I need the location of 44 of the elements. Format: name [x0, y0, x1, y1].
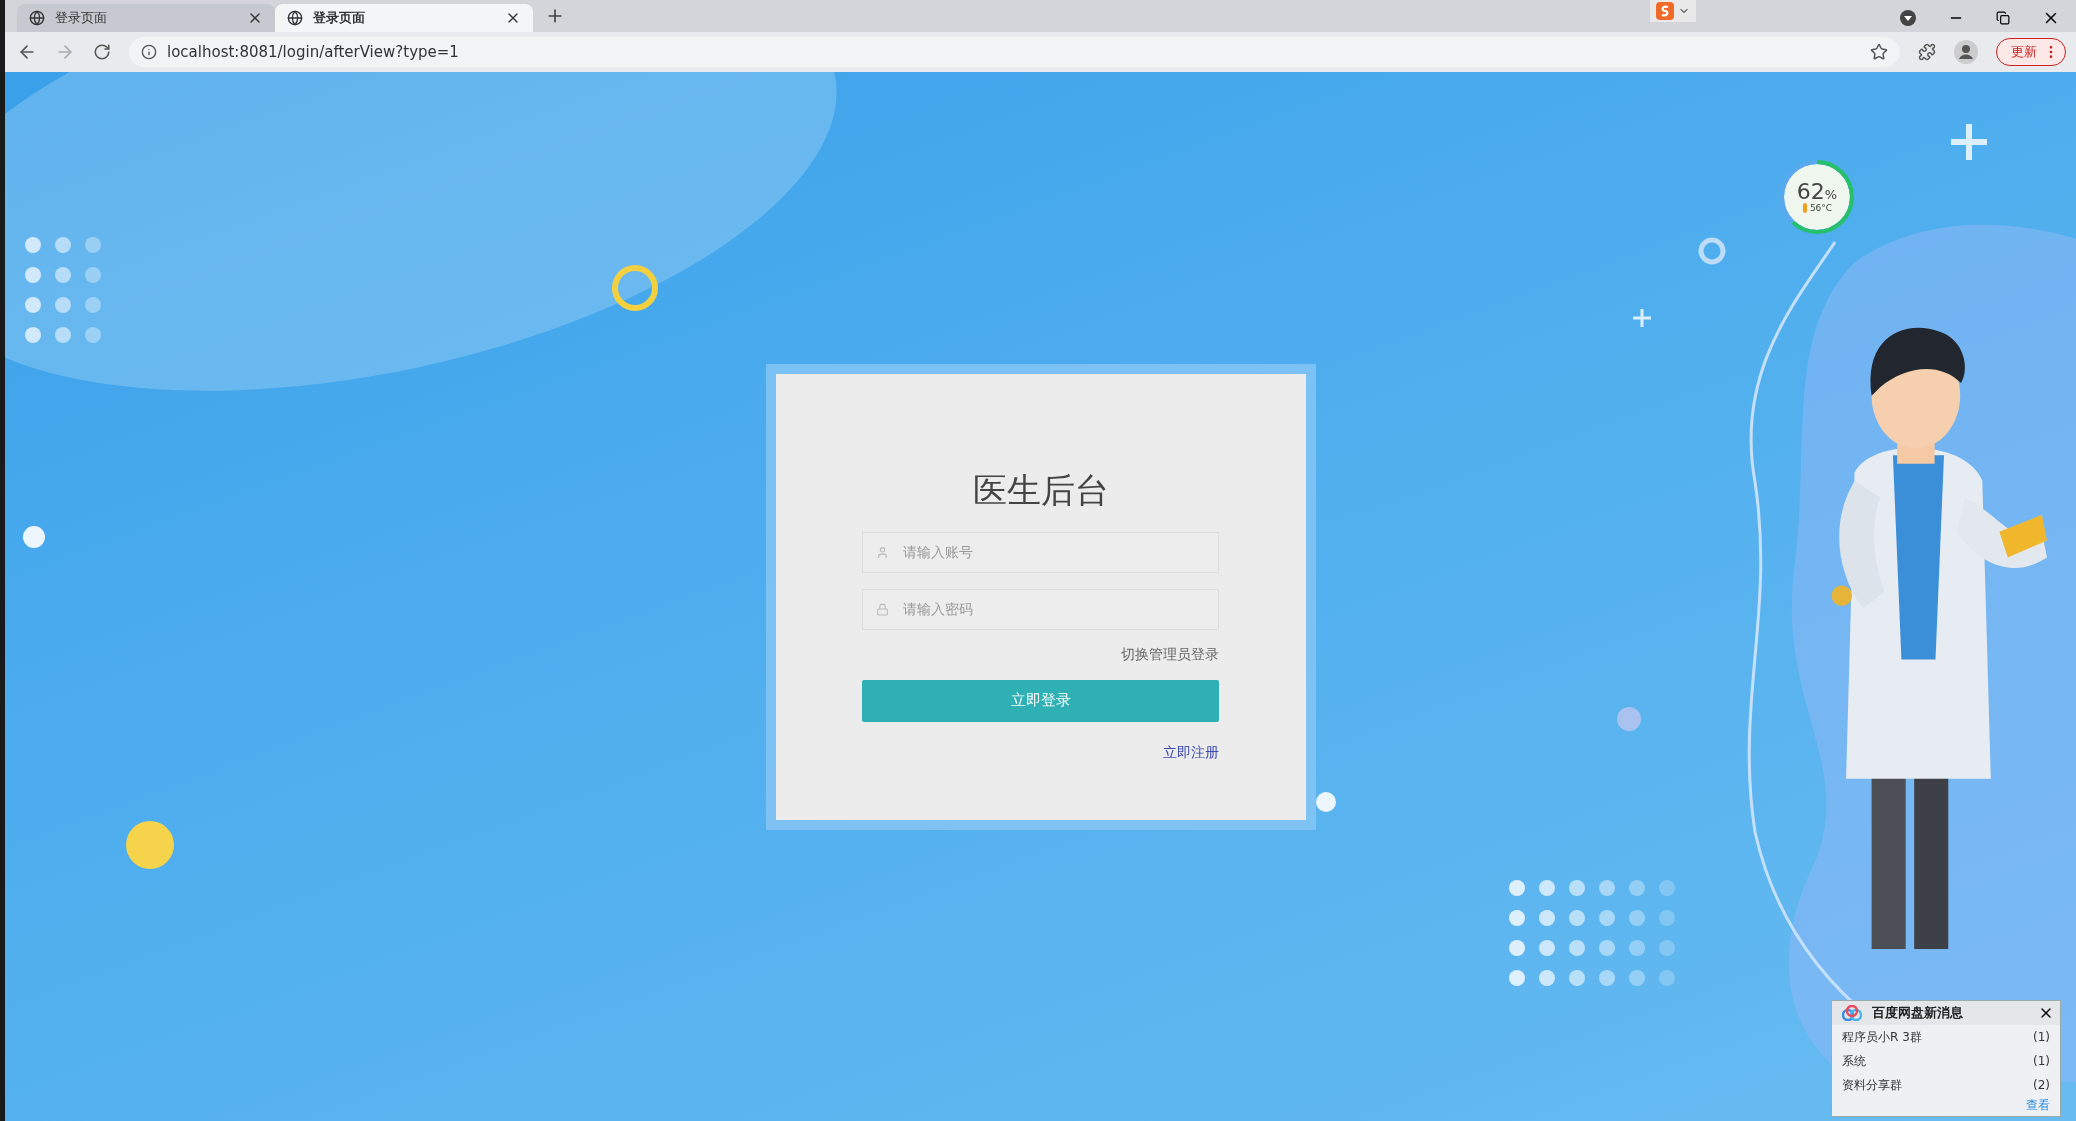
circle-decoration	[1617, 707, 1641, 731]
extensions-icon[interactable]	[1918, 43, 1936, 61]
circle-decoration	[1316, 792, 1336, 812]
browser-tab[interactable]: 登录页面	[17, 4, 275, 32]
restore-icon[interactable]	[1996, 11, 2010, 25]
reload-icon[interactable]	[93, 43, 111, 61]
browser-tab[interactable]: 登录页面	[275, 4, 533, 32]
input-method-toolbar[interactable]	[1650, 0, 1696, 22]
popup-title: 百度网盘新消息	[1872, 1004, 1964, 1022]
lock-icon	[876, 602, 889, 616]
address-bar[interactable]: localhost:8081/login/afterView?type=1	[129, 37, 1900, 67]
update-button[interactable]: 更新	[1996, 38, 2066, 66]
temperature-reading: 56°C	[1801, 203, 1833, 213]
circle-decoration	[22, 525, 46, 549]
globe-icon	[287, 10, 303, 26]
circle-decoration	[125, 820, 175, 870]
group-name: 系统	[1842, 1052, 1866, 1070]
message-count: (2)	[2033, 1078, 2050, 1092]
message-row[interactable]: 系统 (1)	[1832, 1049, 2060, 1073]
plus-icon	[1949, 122, 1989, 162]
password-field[interactable]: 请输入密码	[862, 588, 1219, 630]
message-count: (1)	[2033, 1054, 2050, 1068]
cloud-icon	[1842, 1005, 1862, 1021]
usage-reading: 62%	[1796, 181, 1838, 203]
globe-icon	[29, 10, 45, 26]
message-row[interactable]: 程序员小R 3群 (1)	[1832, 1025, 2060, 1049]
group-name: 程序员小R 3群	[1842, 1028, 1922, 1046]
account-menu-icon[interactable]	[1900, 10, 1916, 26]
input-method-icon	[1656, 2, 1674, 20]
bookmark-star-icon[interactable]	[1870, 43, 1888, 61]
message-count: (1)	[2033, 1030, 2050, 1044]
plus-icon	[1632, 308, 1652, 328]
info-icon[interactable]	[141, 44, 157, 60]
ring-decoration	[1697, 236, 1727, 266]
ring-decoration	[610, 263, 660, 313]
message-row[interactable]: 资料分享群 (2)	[1832, 1073, 2060, 1097]
thermometer-icon	[1801, 203, 1808, 213]
group-name: 资料分享群	[1842, 1076, 1902, 1094]
account-field[interactable]: 请输入账号	[862, 531, 1219, 573]
login-title: 医生后台	[972, 468, 1109, 512]
profile-icon[interactable]	[1954, 40, 1978, 64]
switch-admin-link[interactable]: 切换管理员登录	[1121, 645, 1219, 664]
user-icon	[876, 545, 889, 559]
register-link[interactable]: 立即注册	[1163, 743, 1219, 762]
